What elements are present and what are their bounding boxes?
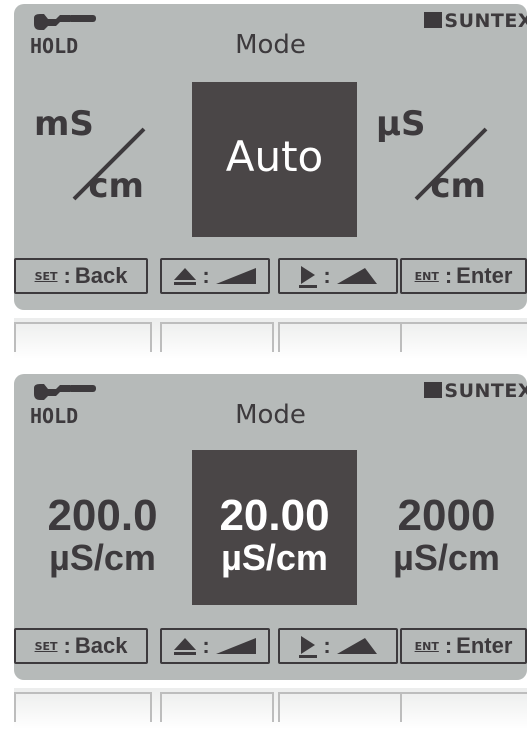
ramp-right-icon (336, 268, 377, 284)
right-arrow-icon (299, 266, 318, 288)
range-value: 2000 (397, 491, 496, 540)
range-unit: µS/cm (49, 537, 156, 578)
unit-denominator: cm (88, 166, 144, 206)
set-back-key[interactable]: SET : Back (14, 628, 148, 664)
selected-option-auto: Auto (225, 132, 324, 181)
unit-denominator: cm (430, 166, 486, 206)
brand-logo: SUNTEX (424, 10, 527, 32)
keybar-reflection (14, 318, 527, 358)
ramp-up-icon (215, 638, 256, 654)
brand-logo: SUNTEX (424, 380, 527, 402)
right-arrow-icon (299, 636, 318, 658)
screen-title: Mode (235, 30, 306, 60)
option-range-2000[interactable]: 2000 µS/cm (364, 494, 527, 578)
ramp-up-icon (215, 268, 256, 284)
up-arrow-icon (174, 268, 197, 285)
key-separator: : (63, 633, 71, 658)
up-increase-key[interactable]: : (160, 258, 270, 294)
set-tag: SET (34, 269, 58, 283)
brand-name: SUNTEX (444, 10, 527, 32)
lcd-screen-mode-auto: HOLD SUNTEX Mode mS cm Auto µS cm SET : … (14, 4, 527, 310)
ramp-right-icon (336, 638, 377, 654)
range-value: 200.0 (47, 491, 158, 540)
screen-title: Mode (235, 400, 306, 430)
back-label: Back (74, 263, 128, 288)
enter-label: Enter (456, 633, 513, 658)
range-unit: µS/cm (393, 537, 500, 578)
key-separator: : (323, 263, 331, 288)
enter-label: Enter (456, 263, 513, 288)
range-unit: µS/cm (221, 537, 328, 578)
key-separator: : (323, 633, 331, 658)
key-separator: : (444, 633, 453, 658)
right-next-key[interactable]: : (278, 258, 398, 294)
key-separator: : (202, 263, 210, 288)
softkey-bar: SET : Back : : ENT : Enter (14, 254, 527, 300)
option-ms-cm[interactable]: mS cm (34, 104, 154, 214)
brand-mark-icon (424, 12, 443, 28)
ent-enter-key[interactable]: ENT : Enter (400, 628, 527, 664)
set-back-key[interactable]: SET : Back (14, 258, 148, 294)
range-value: 20.00 (219, 491, 330, 540)
back-label: Back (74, 633, 128, 658)
brand-mark-icon (424, 382, 443, 398)
up-arrow-icon (174, 638, 197, 655)
ent-tag: ENT (414, 269, 439, 283)
option-range-200[interactable]: 200.0 µS/cm (20, 494, 185, 578)
key-separator: : (202, 633, 210, 658)
brand-name: SUNTEX (444, 380, 527, 402)
softkey-bar: SET : Back : : ENT : Enter (14, 624, 527, 670)
set-tag: SET (34, 639, 58, 653)
up-increase-key[interactable]: : (160, 628, 270, 664)
key-separator: : (444, 263, 453, 288)
ent-enter-key[interactable]: ENT : Enter (400, 258, 527, 294)
option-us-cm[interactable]: µS cm (376, 104, 496, 214)
keybar-reflection (14, 688, 527, 728)
ent-tag: ENT (414, 639, 439, 653)
key-separator: : (63, 263, 71, 288)
option-range-20[interactable]: 20.00 µS/cm (192, 494, 357, 578)
right-next-key[interactable]: : (278, 628, 398, 664)
lcd-screen-mode-range: HOLD SUNTEX Mode 200.0 µS/cm 20.00 µS/cm… (14, 374, 527, 680)
